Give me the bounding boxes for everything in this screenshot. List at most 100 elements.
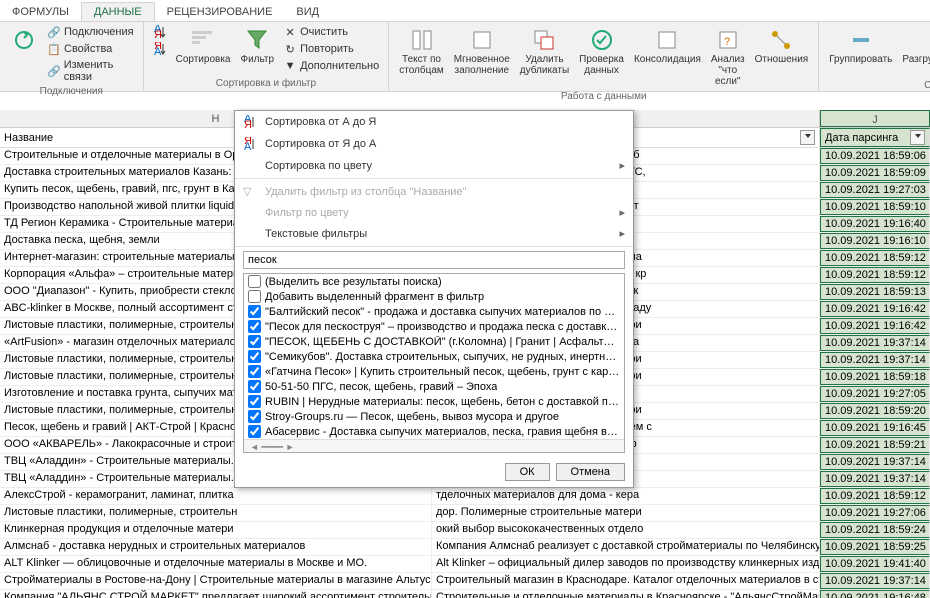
column-header-j[interactable]: J (820, 110, 930, 127)
cell[interactable]: 10.09.2021 19:27:03 (820, 182, 930, 198)
ok-button[interactable]: ОК (505, 463, 550, 481)
cell[interactable]: Листовые пластики, полимерные, строитель… (0, 505, 432, 521)
connections-button[interactable]: 🔗Подключения (44, 24, 137, 40)
sort-button[interactable]: Сортировка (172, 24, 235, 67)
filter-checkbox[interactable] (248, 335, 261, 348)
filter-checkbox[interactable] (248, 350, 261, 363)
filter-check-item[interactable]: RUBIN | Нерудные материалы: песок, щебен… (244, 394, 624, 409)
tab-formulas[interactable]: ФОРМУЛЫ (0, 3, 81, 21)
filter-check-item[interactable]: 50-51-50 ПГС, песок, щебень, гравий – Эп… (244, 379, 624, 394)
cell[interactable]: 10.09.2021 19:37:14 (820, 352, 930, 368)
cell[interactable]: 10.09.2021 19:16:42 (820, 318, 930, 334)
tab-review[interactable]: РЕЦЕНЗИРОВАНИЕ (155, 3, 285, 21)
filter-checkbox[interactable] (248, 365, 261, 378)
filter-checkbox[interactable] (248, 395, 261, 408)
table-row[interactable]: ALT Klinker — облицовочные и отделочные … (0, 556, 930, 573)
cell[interactable]: 10.09.2021 18:59:25 (820, 539, 930, 555)
cell[interactable]: 10.09.2021 18:59:21 (820, 437, 930, 453)
cancel-button[interactable]: Отмена (556, 463, 625, 481)
cell[interactable]: 10.09.2021 18:59:24 (820, 522, 930, 538)
advanced-filter-button[interactable]: ▼Дополнительно (280, 58, 382, 74)
filter-checkbox[interactable] (248, 380, 261, 393)
cell[interactable]: 10.09.2021 19:16:45 (820, 420, 930, 436)
filter-check-item[interactable]: "Семикубов". Доставка строительных, сыпу… (244, 349, 624, 364)
cell[interactable]: дор. Полимерные строительные матери (432, 505, 820, 521)
cell[interactable]: 10.09.2021 19:37:14 (820, 454, 930, 470)
cell[interactable]: 10.09.2021 19:27:05 (820, 386, 930, 402)
cell[interactable]: 10.09.2021 18:59:10 (820, 199, 930, 215)
clear-filter-button[interactable]: ✕Очистить (280, 24, 382, 40)
remove-duplicates-button[interactable]: Удалить дубликаты (516, 24, 573, 78)
sort-az-item[interactable]: AЯСортировка от А до Я (235, 111, 633, 133)
filter-checkbox[interactable] (248, 410, 261, 423)
cell[interactable]: 10.09.2021 19:37:14 (820, 335, 930, 351)
table-row[interactable]: Компания "АЛЬЯНС СТРОЙ МАРКЕТ" предлагае… (0, 590, 930, 598)
filter-checkbox[interactable] (248, 290, 261, 303)
cell[interactable]: 10.09.2021 19:37:14 (820, 471, 930, 487)
filter-check-item[interactable]: "Песок для пескоструя" – производство и … (244, 319, 624, 334)
cell[interactable]: тделочных материалов для дома - кера (432, 488, 820, 504)
tab-data[interactable]: ДАННЫЕ (81, 2, 155, 21)
sort-color-item[interactable]: Сортировка по цвету▸ (235, 155, 633, 176)
flash-fill-button[interactable]: Мгновенное заполнение (450, 24, 514, 78)
cell[interactable]: 10.09.2021 18:59:18 (820, 369, 930, 385)
cell[interactable]: 10.09.2021 18:59:13 (820, 284, 930, 300)
cell[interactable]: окий выбор высококачественных отдело (432, 522, 820, 538)
consolidate-button[interactable]: Консолидация (630, 24, 705, 67)
cell[interactable]: Алмснаб - доставка нерудных и строительн… (0, 539, 432, 555)
refresh-all-button[interactable] (6, 24, 42, 56)
cell[interactable]: 10.09.2021 18:59:20 (820, 403, 930, 419)
reapply-button[interactable]: ↻Повторить (280, 41, 382, 57)
header-cell-date[interactable]: Дата парсинга (820, 128, 930, 147)
filter-dropdown-button-date[interactable] (910, 130, 925, 145)
filter-check-item[interactable]: (Выделить все результаты поиска) (244, 274, 624, 289)
filter-check-item[interactable]: Stroy-Groups.ru — Песок, щебень, вывоз м… (244, 409, 624, 424)
sort-za-item[interactable]: ЯAСортировка от Я до А (235, 133, 633, 155)
filter-checkbox[interactable] (248, 305, 261, 318)
cell[interactable]: 10.09.2021 18:59:09 (820, 165, 930, 181)
filter-button[interactable]: Фильтр (236, 24, 278, 67)
filter-checkbox[interactable] (248, 320, 261, 333)
cell[interactable]: Компания "АЛЬЯНС СТРОЙ МАРКЕТ" предлагае… (0, 590, 432, 598)
cell[interactable]: Клинкерная продукция и отделочные матери (0, 522, 432, 538)
sort-za-button[interactable]: ЯA (150, 41, 170, 57)
text-to-columns-button[interactable]: Текст по столбцам (395, 24, 448, 78)
table-row[interactable]: АлексСтрой - керамогранит, ламинат, плит… (0, 488, 930, 505)
filter-search-input[interactable] (243, 251, 625, 269)
cell[interactable]: 10.09.2021 19:16:10 (820, 233, 930, 249)
table-row[interactable]: Алмснаб - доставка нерудных и строительн… (0, 539, 930, 556)
edit-links-button[interactable]: 🔗Изменить связи (44, 58, 137, 84)
cell[interactable]: Строительный магазин в Краснодаре. Катал… (432, 573, 820, 589)
cell[interactable]: 10.09.2021 19:16:48 (820, 590, 930, 598)
cell[interactable]: 10.09.2021 18:59:06 (820, 148, 930, 164)
tab-view[interactable]: ВИД (284, 3, 331, 21)
sort-az-button[interactable]: AЯ (150, 24, 170, 40)
cell[interactable]: 10.09.2021 18:59:12 (820, 267, 930, 283)
cell[interactable]: 10.09.2021 19:37:14 (820, 573, 930, 589)
relationships-button[interactable]: Отношения (751, 24, 813, 67)
filter-check-item[interactable]: Абасервис - Доставка сыпучих материалов,… (244, 424, 624, 439)
cell[interactable]: 10.09.2021 19:16:40 (820, 216, 930, 232)
cell[interactable]: 10.09.2021 18:59:12 (820, 250, 930, 266)
ungroup-button[interactable]: Разгруппировать (898, 24, 930, 67)
filter-check-item[interactable]: "ПЕСОК, ЩЕБЕНЬ С ДОСТАВКОЙ" (г.Коломна) … (244, 334, 624, 349)
cell[interactable]: 10.09.2021 19:16:42 (820, 301, 930, 317)
filter-checkbox[interactable] (248, 275, 261, 288)
data-validation-button[interactable]: Проверка данных (575, 24, 628, 78)
cell[interactable]: Компания Алмснаб реализует с доставкой с… (432, 539, 820, 555)
cell[interactable]: Стройматериалы в Ростове-на-Дону | Строи… (0, 573, 432, 589)
scrollbar-hint[interactable]: ◄ ━━━━ ► (244, 439, 624, 453)
filter-check-item[interactable]: Добавить выделенный фрагмент в фильтр (244, 289, 624, 304)
filter-dropdown-button-desc[interactable] (800, 130, 815, 145)
table-row[interactable]: Клинкерная продукция и отделочные матери… (0, 522, 930, 539)
cell[interactable]: 10.09.2021 18:59:12 (820, 488, 930, 504)
group-button[interactable]: Группировать (825, 24, 896, 67)
whatif-button[interactable]: ?Анализ "что если" (707, 24, 749, 89)
cell[interactable]: Строительные и отделочные материалы в Кр… (432, 590, 820, 598)
filter-check-item[interactable]: «Гатчина Песок» | Купить строительный пе… (244, 364, 624, 379)
table-row[interactable]: Листовые пластики, полимерные, строитель… (0, 505, 930, 522)
cell[interactable]: АлексСтрой - керамогранит, ламинат, плит… (0, 488, 432, 504)
filter-check-item[interactable]: "Балтийский песок" - продажа и доставка … (244, 304, 624, 319)
properties-button[interactable]: 📋Свойства (44, 41, 137, 57)
text-filters-item[interactable]: Текстовые фильтры▸ (235, 223, 633, 244)
